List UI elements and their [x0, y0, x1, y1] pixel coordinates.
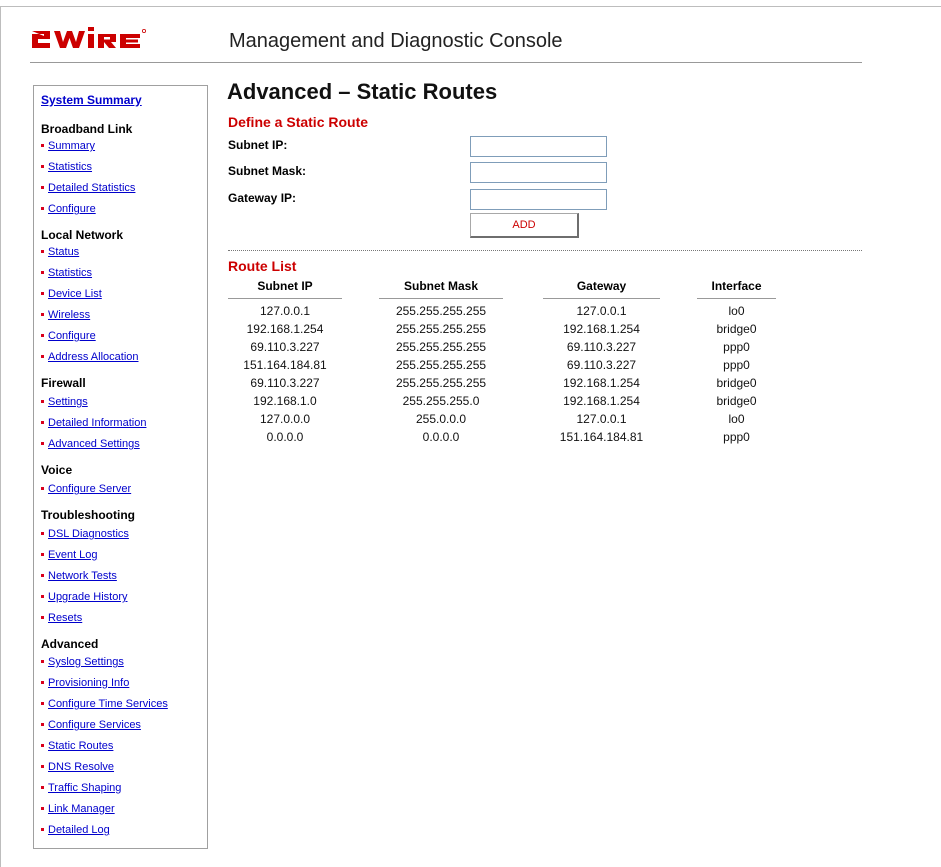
- subnet-mask-label: Subnet Mask:: [228, 164, 307, 178]
- cell-subnet-ip: 127.0.0.0: [259, 412, 311, 426]
- column-header-gateway: Gateway: [576, 279, 627, 293]
- table-row: 192.168.1.0 255.255.255.0 192.168.1.254 …: [0, 394, 941, 412]
- table-row: 0.0.0.0 0.0.0.0 151.164.184.81 ppp0: [0, 430, 941, 448]
- table-row: 69.110.3.227 255.255.255.255 69.110.3.22…: [0, 340, 941, 358]
- table-row: 69.110.3.227 255.255.255.255 192.168.1.2…: [0, 376, 941, 394]
- cell-subnet-ip: 127.0.0.1: [259, 304, 311, 318]
- sidebar-item-link-manager[interactable]: Link Manager: [41, 803, 115, 816]
- sidebar-item-syslog-settings[interactable]: Syslog Settings: [41, 656, 124, 669]
- sidebar-heading-broadband-link: Broadband Link: [41, 122, 133, 136]
- 2wire-logo: [32, 27, 147, 48]
- cell-subnet-ip: 192.168.1.0: [253, 394, 317, 408]
- sidebar-item-configure-time-services[interactable]: Configure Time Services: [41, 698, 168, 711]
- sidebar-item-network-tests[interactable]: Network Tests: [41, 570, 117, 583]
- cell-subnet-ip: 0.0.0.0: [266, 430, 304, 444]
- sidebar-item-detailed-log[interactable]: Detailed Log: [41, 824, 110, 837]
- gateway-ip-input[interactable]: [470, 189, 607, 210]
- cell-subnet-ip: 69.110.3.227: [250, 340, 320, 354]
- column-header-interface: Interface: [711, 279, 762, 293]
- cell-interface: bridge0: [716, 394, 757, 408]
- subnet-ip-label: Subnet IP:: [228, 138, 288, 152]
- column-header-subnet-mask: Subnet Mask: [403, 279, 478, 293]
- sidebar-item-local-device-list[interactable]: Device List: [41, 288, 102, 301]
- sidebar-item-resets[interactable]: Resets: [41, 612, 82, 625]
- sidebar-heading-voice: Voice: [41, 463, 73, 477]
- sidebar-item-broadband-detailed-statistics[interactable]: Detailed Statistics: [41, 182, 135, 195]
- cell-interface: ppp0: [723, 358, 750, 372]
- cell-interface: ppp0: [723, 340, 750, 354]
- sidebar-item-local-statistics[interactable]: Statistics: [41, 267, 92, 280]
- column-underline: [228, 298, 342, 299]
- sidebar-heading-local-network: Local Network: [41, 228, 124, 242]
- sidebar-item-event-log[interactable]: Event Log: [41, 549, 98, 562]
- sidebar-item-traffic-shaping[interactable]: Traffic Shaping: [41, 782, 121, 795]
- sidebar-item-broadband-summary[interactable]: Summary: [41, 140, 95, 153]
- table-row: 192.168.1.254 255.255.255.255 192.168.1.…: [0, 322, 941, 340]
- cell-subnet-mask: 0.0.0.0: [422, 430, 460, 444]
- cell-gateway: 127.0.0.1: [576, 412, 627, 426]
- console-title: Management and Diagnostic Console: [229, 30, 563, 52]
- page-title: Advanced – Static Routes: [227, 79, 498, 104]
- sidebar-item-broadband-configure[interactable]: Configure: [41, 203, 96, 216]
- column-underline: [543, 298, 660, 299]
- cell-gateway: 69.110.3.227: [566, 358, 637, 372]
- section-divider: [228, 250, 862, 251]
- header-divider: [30, 62, 862, 63]
- cell-gateway: 151.164.184.81: [559, 430, 644, 444]
- sidebar-link-system-summary[interactable]: System Summary: [41, 93, 142, 107]
- column-underline: [379, 298, 503, 299]
- sidebar-item-voice-configure-server[interactable]: Configure Server: [41, 483, 131, 496]
- cell-subnet-mask: 255.255.255.0: [402, 394, 480, 408]
- sidebar-nav: System Summary Broadband Link Summary St…: [33, 85, 208, 849]
- cell-gateway: 69.110.3.227: [566, 340, 637, 354]
- cell-subnet-mask: 255.255.255.255: [395, 376, 487, 390]
- window-top-border: [0, 6, 941, 7]
- column-header-subnet-ip: Subnet IP: [257, 279, 313, 293]
- cell-subnet-ip: 151.164.184.81: [243, 358, 327, 372]
- cell-subnet-mask: 255.0.0.0: [415, 412, 467, 426]
- sidebar-heading-advanced: Advanced: [41, 637, 99, 651]
- column-underline: [697, 298, 776, 299]
- sidebar-item-static-routes[interactable]: Static Routes: [41, 740, 113, 753]
- define-static-route-title: Define a Static Route: [228, 114, 369, 130]
- add-route-button[interactable]: ADD: [470, 213, 579, 238]
- sidebar-item-dsl-diagnostics[interactable]: DSL Diagnostics: [41, 528, 129, 541]
- subnet-mask-input[interactable]: [470, 162, 607, 183]
- cell-subnet-ip: 69.110.3.227: [250, 376, 320, 390]
- route-list-title: Route List: [228, 258, 297, 274]
- table-row: 127.0.0.1 255.255.255.255 127.0.0.1 lo0: [0, 304, 941, 322]
- cell-interface: lo0: [728, 412, 745, 426]
- sidebar-item-local-status[interactable]: Status: [41, 246, 79, 259]
- table-row: 151.164.184.81 255.255.255.255 69.110.3.…: [0, 358, 941, 376]
- cell-subnet-mask: 255.255.255.255: [395, 304, 487, 318]
- sidebar-item-upgrade-history[interactable]: Upgrade History: [41, 591, 127, 604]
- table-row: 127.0.0.0 255.0.0.0 127.0.0.1 lo0: [0, 412, 941, 430]
- cell-gateway: 192.168.1.254: [563, 376, 640, 390]
- cell-interface: bridge0: [716, 322, 757, 336]
- cell-gateway: 127.0.0.1: [576, 304, 627, 318]
- cell-subnet-mask: 255.255.255.255: [395, 340, 487, 354]
- cell-gateway: 192.168.1.254: [563, 322, 640, 336]
- subnet-ip-input[interactable]: [470, 136, 607, 157]
- sidebar-item-dns-resolve[interactable]: DNS Resolve: [41, 761, 114, 774]
- cell-subnet-ip: 192.168.1.254: [246, 322, 324, 336]
- cell-gateway: 192.168.1.254: [563, 394, 640, 408]
- cell-subnet-mask: 255.255.255.255: [395, 358, 487, 372]
- cell-subnet-mask: 255.255.255.255: [395, 322, 487, 336]
- sidebar-heading-troubleshooting: Troubleshooting: [41, 508, 135, 522]
- cell-interface: lo0: [728, 304, 745, 318]
- cell-interface: bridge0: [716, 376, 757, 390]
- sidebar-item-configure-services[interactable]: Configure Services: [41, 719, 141, 732]
- cell-interface: ppp0: [723, 430, 750, 444]
- sidebar-item-provisioning-info[interactable]: Provisioning Info: [41, 677, 129, 690]
- gateway-ip-label: Gateway IP:: [228, 191, 297, 205]
- sidebar-item-broadband-statistics[interactable]: Statistics: [41, 161, 92, 174]
